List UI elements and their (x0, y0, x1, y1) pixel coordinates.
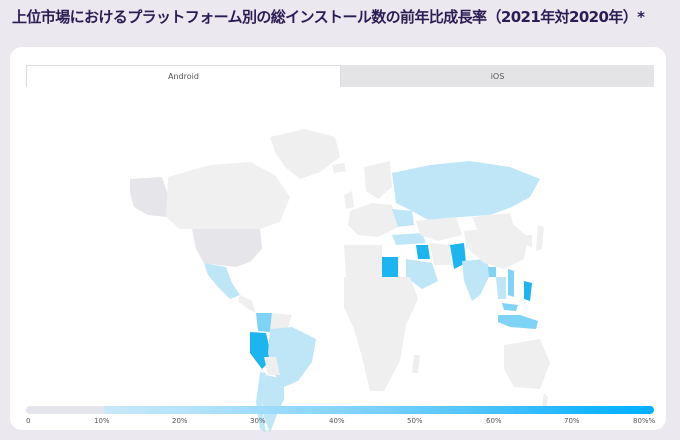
tab-ios[interactable]: iOS (341, 65, 654, 87)
region-north-africa (344, 245, 382, 277)
region-canada (166, 162, 290, 235)
region-iran (430, 243, 452, 265)
page-title: 上位市場におけるプラットフォーム別の総インストール数の前年比成長率（2021年対… (12, 8, 645, 26)
legend-tick-0: 0 (26, 417, 31, 425)
region-alaska (130, 177, 168, 217)
tab-android[interactable]: Android (26, 65, 341, 87)
region-korea (526, 235, 532, 247)
region-madagascar (412, 355, 420, 373)
legend-tick-80: 80%% (633, 417, 656, 425)
region-egypt (382, 257, 398, 277)
region-usa (192, 229, 262, 267)
region-europe (348, 203, 398, 237)
region-thailand (496, 277, 506, 299)
region-philippines (524, 281, 532, 301)
region-central-america (238, 295, 256, 313)
legend-tick-30: 30% (250, 417, 266, 425)
region-iraq (416, 245, 430, 259)
legend-tick-70: 70% (564, 417, 580, 425)
legend-tick-60: 60% (486, 417, 502, 425)
region-vietnam (508, 269, 514, 297)
region-africa (344, 277, 418, 391)
map-card: Android iOS 0 10% 20% 30% 40% 50% 60% 70… (10, 47, 666, 433)
legend-tick-40: 40% (329, 417, 345, 425)
platform-tabs: Android iOS (26, 65, 654, 87)
region-iceland (332, 163, 346, 173)
region-greenland (270, 129, 340, 179)
world-map-svg (130, 129, 550, 433)
region-mexico (204, 263, 240, 299)
legend-tick-50: 50% (407, 417, 423, 425)
region-indonesia (498, 315, 538, 329)
region-uk (344, 191, 354, 209)
legend-color-scale (26, 406, 654, 414)
legend-tick-10: 10% (94, 417, 110, 425)
region-australia (504, 339, 550, 389)
region-india (462, 259, 492, 301)
world-map (100, 117, 550, 437)
legend-ticks: 0 10% 20% 30% 40% 50% 60% 70% 80%% (26, 417, 656, 429)
region-russia (392, 161, 540, 221)
region-japan (536, 225, 544, 251)
region-colombia (256, 313, 272, 332)
region-scandinavia (364, 161, 392, 199)
region-malaysia (502, 303, 518, 311)
legend-tick-20: 20% (172, 417, 188, 425)
region-bangladesh (488, 267, 496, 277)
